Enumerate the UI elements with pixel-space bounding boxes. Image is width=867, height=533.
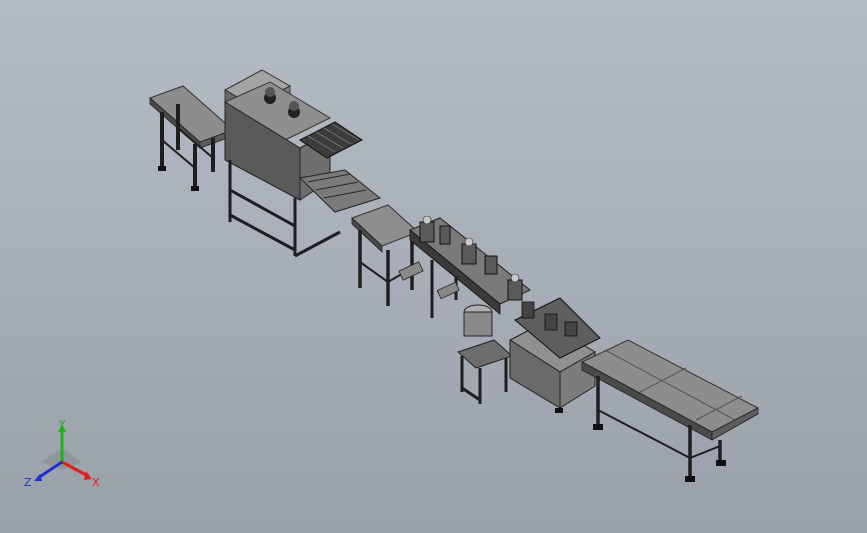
x-axis-label: X: [92, 476, 100, 489]
z-axis-label: Z: [24, 476, 32, 489]
output-conveyor[interactable]: [580, 339, 760, 482]
cad-viewport[interactable]: Y X Z: [0, 0, 867, 533]
middle-conveyor[interactable]: [351, 204, 419, 306]
input-conveyor[interactable]: [149, 85, 234, 191]
production-line-model[interactable]: [0, 0, 867, 533]
y-axis-label: Y: [58, 418, 66, 431]
assembly-stations[interactable]: [398, 215, 531, 318]
axis-triad: Y X Z: [24, 418, 100, 489]
control-cabinet[interactable]: [457, 297, 601, 413]
x-arrow-icon: [84, 471, 92, 480]
